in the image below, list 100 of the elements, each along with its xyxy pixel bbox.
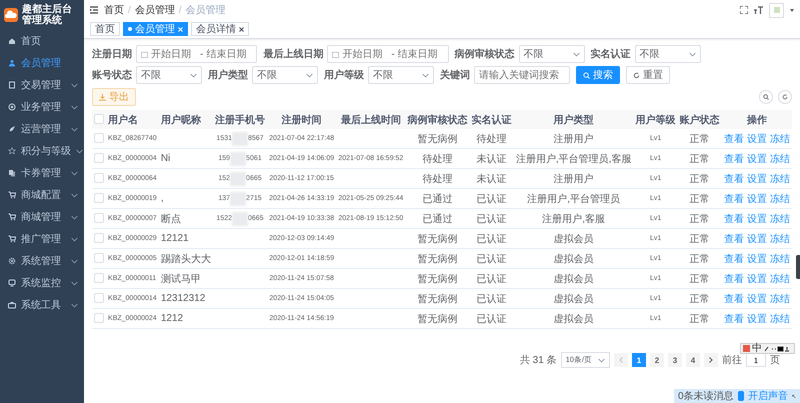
table-cell: 暂无病例 [405,268,470,288]
breadcrumb-item[interactable]: 首页 [104,3,124,17]
action-link[interactable]: 冻结 [770,212,790,226]
sidebar-item[interactable]: 系统工具 [0,294,84,316]
view-tab[interactable]: 会员详情 [191,22,249,36]
action-link[interactable]: 查看 [724,152,744,166]
sidebar-item[interactable]: 积分与等级 [0,140,84,162]
sound-label[interactable]: 开启声音 [748,389,788,403]
action-link[interactable]: 设置 [746,212,767,226]
select-all-checkbox[interactable] [94,114,104,124]
action-link[interactable]: 冻结 [770,272,790,286]
arrow-up-left-icon[interactable] [792,392,796,400]
sidebar-item[interactable]: 商城配置 [0,184,84,206]
caret-icon[interactable] [790,8,794,12]
action-link[interactable]: 冻结 [770,152,790,166]
cart-icon [8,235,16,243]
action-link[interactable]: 设置 [746,292,767,306]
sound-checkbox[interactable] [738,391,744,401]
action-link[interactable]: 查看 [724,252,744,266]
action-link[interactable]: 查看 [724,232,744,246]
row-checkbox[interactable] [94,153,104,164]
ime-toolbar[interactable]: 中 [740,343,795,354]
font-size-icon[interactable] [754,6,763,14]
sidebar-item[interactable]: 卡券管理 [0,162,84,184]
end-date-field[interactable]: 结束日期 [206,48,252,60]
avatar-image[interactable] [769,2,784,18]
refresh-button[interactable] [778,90,792,104]
sidebar-item[interactable]: 交易管理 [0,74,84,96]
start-date-field[interactable]: 开始日期 [342,48,388,60]
row-checkbox[interactable] [94,193,104,204]
row-checkbox[interactable] [94,273,104,284]
menu-icon[interactable] [90,6,98,14]
action-link[interactable]: 设置 [746,172,767,186]
select-field[interactable]: 不限 [368,66,434,84]
action-link[interactable]: 冻结 [770,232,790,246]
next-page-button[interactable] [704,353,718,367]
sidebar-item[interactable]: 商城管理 [0,206,84,228]
row-checkbox[interactable] [94,173,104,184]
table-cell: 正常 [678,208,722,228]
export-button[interactable]: 导出 [92,88,136,106]
table-cell: 未认证 [470,168,514,188]
column-header: 用户等级 [634,110,678,129]
prev-page-button[interactable] [614,353,628,367]
sidebar-item[interactable]: 系统监控 [0,272,84,294]
row-checkbox[interactable] [94,233,104,244]
action-link[interactable]: 查看 [724,292,744,306]
sidebar-item[interactable]: 运营管理 [0,118,84,140]
action-link[interactable]: 冻结 [770,132,790,146]
table-cell: 虚拟会员 [514,288,634,308]
select-field[interactable]: 不限 [634,45,701,63]
search-toggle-button[interactable] [759,90,773,104]
row-checkbox[interactable] [94,253,104,264]
page-button[interactable]: 4 [686,353,700,367]
view-tab[interactable]: 会员管理 [123,22,188,36]
start-date-field[interactable]: 开始日期 [151,48,197,60]
page-button[interactable]: 3 [668,353,682,367]
input-mode-text[interactable]: 中 [752,344,762,353]
sidebar-item[interactable]: 业务管理 [0,96,84,118]
action-link[interactable]: 冻结 [770,172,790,186]
row-checkbox[interactable] [94,213,104,224]
close-icon[interactable] [239,26,244,32]
side-widget[interactable] [796,255,800,279]
action-link[interactable]: 查看 [724,312,744,326]
action-link[interactable]: 设置 [746,152,767,166]
breadcrumb-item[interactable]: 会员管理 [134,3,175,17]
sidebar-item[interactable]: 首页 [0,30,84,52]
select-field[interactable]: 不限 [136,66,202,84]
action-link[interactable]: 设置 [746,232,767,246]
view-tab[interactable]: 首页 [90,22,120,36]
page-button[interactable]: 1 [632,353,646,367]
fullscreen-icon[interactable] [740,6,748,14]
action-link[interactable]: 查看 [724,132,744,146]
date-range-field[interactable]: 开始日期 - 结束日期 [136,45,258,63]
end-date-field[interactable]: 结束日期 [398,48,444,60]
action-link[interactable]: 冻结 [770,252,790,266]
search-button[interactable]: 搜索 [576,66,620,84]
row-checkbox[interactable] [94,313,104,324]
sidebar-item[interactable]: 会员管理 [0,52,84,74]
action-link[interactable]: 查看 [724,212,744,226]
row-checkbox[interactable] [94,293,104,304]
action-link[interactable]: 设置 [746,192,767,206]
select-field[interactable]: 不限 [252,66,318,84]
action-link[interactable]: 设置 [746,272,767,286]
action-link[interactable]: 设置 [746,312,767,326]
sidebar-item[interactable]: 推广管理 [0,228,84,250]
date-range-field[interactable]: 开始日期 - 结束日期 [327,45,449,63]
sidebar-item[interactable]: 系统管理 [0,250,84,272]
action-link[interactable]: 冻结 [770,192,790,206]
action-link[interactable]: 查看 [724,172,744,186]
action-link[interactable]: 冻结 [770,292,790,306]
select-field[interactable]: 不限 [518,45,585,63]
action-link[interactable]: 查看 [724,272,744,286]
action-link[interactable]: 设置 [746,132,767,146]
action-link[interactable]: 冻结 [770,312,790,326]
action-link[interactable]: 查看 [724,192,744,206]
chevron-down-icon [422,72,429,78]
action-link[interactable]: 设置 [746,252,767,266]
page-button[interactable]: 2 [650,353,664,367]
row-checkbox[interactable] [94,133,104,144]
reset-button[interactable]: 重置 [626,66,670,84]
